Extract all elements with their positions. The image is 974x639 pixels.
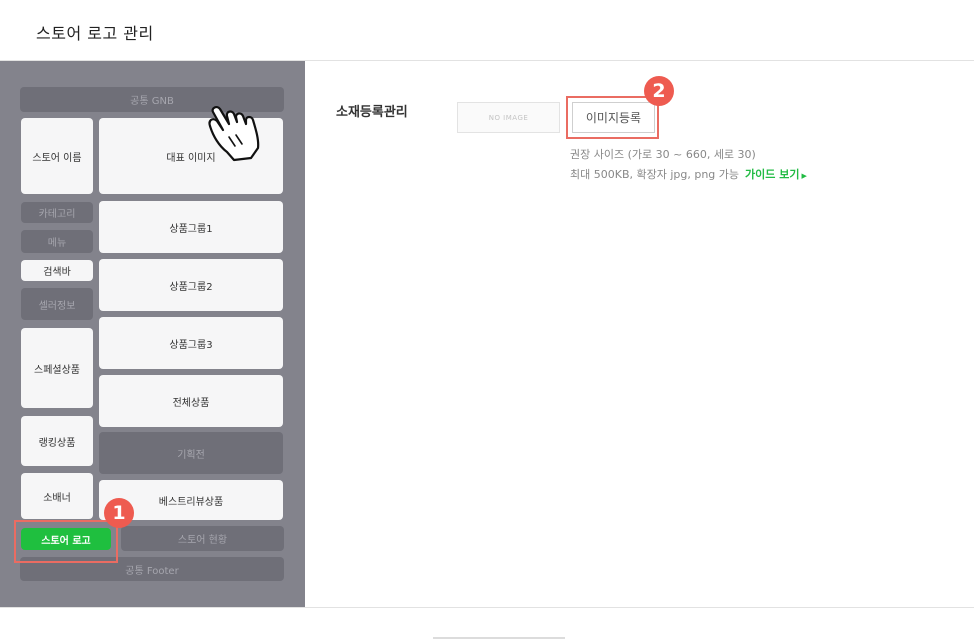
material-section-label: 소재등록관리 — [336, 105, 408, 120]
block-product-group-2[interactable]: 상품그룹2 — [99, 259, 283, 311]
guide-link[interactable]: 가이드 보기 — [745, 168, 799, 181]
block-exhibition[interactable]: 기획전 — [99, 432, 283, 474]
block-store-name[interactable]: 스토어 이름 — [21, 118, 93, 194]
image-preview-placeholder: NO IMAGE — [457, 102, 560, 133]
block-special-products[interactable]: 스페셜상품 — [21, 328, 93, 408]
block-store-status[interactable]: 스토어 현황 — [121, 526, 284, 551]
block-search-bar[interactable]: 검색바 — [21, 260, 93, 281]
block-all-products[interactable]: 전체상품 — [99, 375, 283, 427]
hand-pointer-icon — [208, 106, 260, 162]
format-hint-row: 최대 500KB, 확장자 jpg, png 가능 가이드 보기 ▶ — [570, 166, 807, 182]
step-badge-2: 2 — [644, 76, 674, 106]
format-hint-text: 최대 500KB, 확장자 jpg, png 가능 — [570, 168, 740, 181]
step-badge-1: 1 — [104, 498, 134, 528]
block-ranking-products[interactable]: 랭킹상품 — [21, 416, 93, 466]
store-logo-highlight — [14, 520, 118, 563]
block-product-group-3[interactable]: 상품그룹3 — [99, 317, 283, 369]
guide-arrow-icon: ▶ — [801, 172, 807, 180]
image-register-button[interactable]: 이미지등록 — [572, 102, 655, 133]
block-small-banner[interactable]: 소배너 — [21, 473, 93, 519]
page-title: 스토어 로고 관리 — [36, 24, 154, 43]
block-category[interactable]: 카테고리 — [21, 202, 93, 223]
bottom-divider — [0, 607, 974, 608]
block-seller-info[interactable]: 셀러정보 — [21, 288, 93, 320]
block-product-group-1[interactable]: 상품그룹1 — [99, 201, 283, 253]
block-menu[interactable]: 메뉴 — [21, 230, 93, 253]
size-hint-text: 권장 사이즈 (가로 30 ~ 660, 세로 30) — [570, 148, 756, 161]
